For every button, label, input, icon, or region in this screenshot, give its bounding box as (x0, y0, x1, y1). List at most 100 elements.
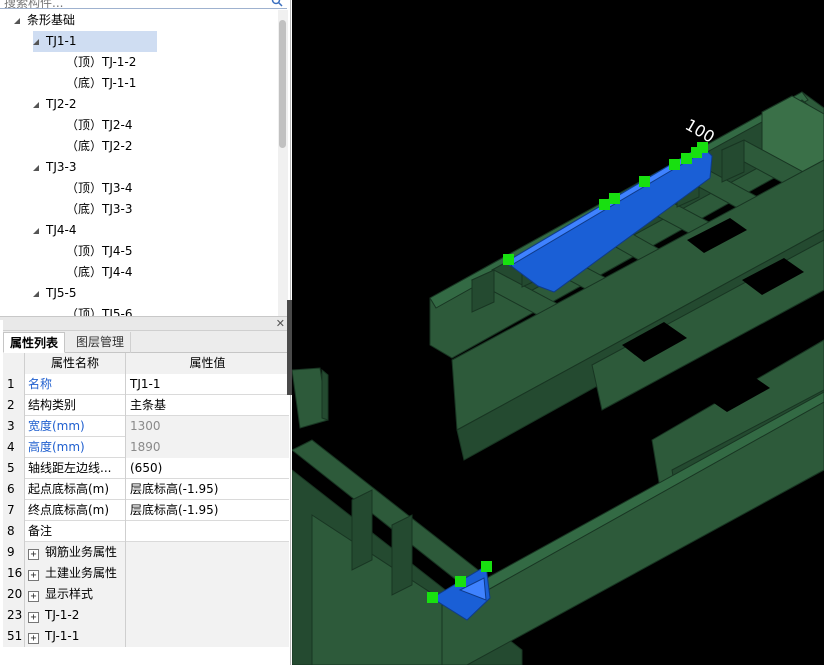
tree-item[interactable]: （顶）TJ3-4 (66, 178, 226, 199)
collapse-arrow-icon[interactable] (14, 18, 20, 24)
property-name: 高度(mm) (25, 437, 126, 458)
property-value[interactable]: (650) (126, 458, 289, 479)
property-name: + 钢筋业务属性 (25, 542, 126, 563)
grip-point-handle (681, 153, 692, 164)
property-panel: ✕ 属性列表 图层管理 属性名称 属性值 1 名称 TJ1-1 2 结构类别 主条基 3 宽度… (3, 317, 289, 665)
property-group-row[interactable]: 20 + 显示样式 (3, 584, 289, 605)
tree-item-group[interactable]: TJ2-2 (33, 94, 183, 115)
property-name: 名称 (25, 374, 126, 395)
tree-item-label: （顶）TJ4-5 (66, 244, 133, 258)
tree-item-label: TJ4-4 (46, 223, 77, 237)
property-group-label: 显示样式 (45, 587, 94, 601)
tree-item[interactable]: （顶）TJ-1-2 (66, 52, 226, 73)
expand-plus-icon[interactable]: + (28, 570, 39, 581)
property-value[interactable]: 层底标高(-1.95) (126, 479, 289, 500)
row-number: 16 (3, 563, 25, 584)
tab-properties[interactable]: 属性列表 (3, 332, 66, 353)
property-name: 轴线距左边线... (25, 458, 126, 479)
property-value: 1300 (126, 416, 289, 437)
tree-item[interactable]: （底）TJ2-2 (66, 136, 226, 157)
close-icon[interactable]: ✕ (276, 317, 285, 330)
tree-item-group[interactable]: TJ3-3 (33, 157, 183, 178)
tree-item-label: （底）TJ3-3 (66, 202, 133, 216)
tree-item[interactable]: （底）TJ-1-1 (66, 73, 226, 94)
property-group-row[interactable]: 9 + 钢筋业务属性 (3, 542, 289, 563)
tree-item-label: TJ1-1 (46, 34, 77, 48)
property-group-row[interactable]: 23 + TJ-1-2 (3, 605, 289, 626)
tree-item-group[interactable]: TJ4-4 (33, 220, 183, 241)
tree-scrollbar[interactable] (278, 10, 288, 316)
foundation-beam-face (351, 489, 373, 571)
grip-point-handle (639, 176, 650, 187)
collapse-arrow-icon[interactable] (33, 102, 39, 108)
expand-plus-icon[interactable]: + (28, 591, 39, 602)
row-number: 51 (3, 626, 25, 647)
expand-plus-icon[interactable]: + (28, 612, 39, 623)
grip-point-handle (455, 576, 466, 587)
foundation-model[interactable]: 100 (292, 0, 824, 665)
collapse-arrow-icon[interactable] (33, 39, 39, 45)
search-input[interactable]: 搜索构件... (4, 0, 63, 8)
property-name: 起点底标高(m) (25, 479, 126, 500)
property-group-row[interactable]: 16 + 土建业务属性 (3, 563, 289, 584)
property-value[interactable] (126, 521, 289, 542)
tree-item-label: （顶）TJ-1-2 (66, 55, 137, 69)
tree-item-label: （顶）TJ3-4 (66, 181, 133, 195)
property-value (126, 626, 289, 647)
tab-layers[interactable]: 图层管理 (70, 332, 132, 353)
tree-item-label: （顶）TJ2-4 (66, 118, 133, 132)
row-number: 9 (3, 542, 25, 563)
row-number: 6 (3, 479, 25, 500)
property-row[interactable]: 2 结构类别 主条基 (3, 395, 289, 416)
tree-item[interactable]: （底）TJ3-3 (66, 199, 226, 220)
property-value: 1890 (126, 437, 289, 458)
tree-item-group[interactable]: TJ5-5 (33, 283, 183, 304)
grip-point-handle (481, 561, 492, 572)
tree-root[interactable]: 条形基础 (14, 10, 214, 31)
property-name: + 显示样式 (25, 584, 126, 605)
panel-tabs: 属性列表 图层管理 (3, 331, 289, 353)
tree-item-group[interactable]: TJ1-1 (33, 31, 157, 52)
tree-root-label: 条形基础 (27, 13, 76, 27)
tree-item[interactable]: （顶）TJ5-6 (66, 304, 226, 316)
property-value[interactable]: 层底标高(-1.95) (126, 500, 289, 521)
expand-plus-icon[interactable]: + (28, 633, 39, 644)
collapse-arrow-icon[interactable] (33, 228, 39, 234)
grip-point-handle (599, 199, 610, 210)
property-name: + TJ-1-2 (25, 605, 126, 626)
property-row[interactable]: 6 起点底标高(m) 层底标高(-1.95) (3, 479, 289, 500)
tree-item-label: （顶）TJ5-6 (66, 307, 133, 316)
slab-opening (772, 314, 824, 345)
property-value[interactable]: TJ1-1 (126, 374, 289, 395)
3d-viewport[interactable]: 100 (292, 0, 824, 665)
property-row[interactable]: 1 名称 TJ1-1 (3, 374, 289, 395)
property-row[interactable]: 3 宽度(mm) 1300 (3, 416, 289, 437)
tree-item-label: TJ2-2 (46, 97, 77, 111)
expand-plus-icon[interactable]: + (28, 549, 39, 560)
tree-item-label: （底）TJ2-2 (66, 139, 133, 153)
collapse-arrow-icon[interactable] (33, 165, 39, 171)
property-row[interactable]: 5 轴线距左边线... (650) (3, 458, 289, 479)
property-row[interactable]: 7 终点底标高(m) 层底标高(-1.95) (3, 500, 289, 521)
tree-item[interactable]: （底）TJ4-4 (66, 262, 226, 283)
row-number: 23 (3, 605, 25, 626)
property-value (126, 605, 289, 626)
tree-scrollbar-thumb[interactable] (279, 20, 286, 148)
grip-point-handle (427, 592, 438, 603)
grip-point-handle (503, 254, 514, 265)
tree-item[interactable]: （顶）TJ2-4 (66, 115, 226, 136)
search-icon[interactable] (271, 0, 283, 7)
property-group-row[interactable]: 51 + TJ-1-1 (3, 626, 289, 647)
collapse-arrow-icon[interactable] (33, 291, 39, 297)
grip-point-handle (609, 193, 620, 204)
search-box[interactable]: 搜索构件... (0, 0, 287, 9)
tree-item[interactable]: （顶）TJ4-5 (66, 241, 226, 262)
tree-item-label: TJ3-3 (46, 160, 77, 174)
property-value[interactable]: 主条基 (126, 395, 289, 416)
property-value (126, 542, 289, 563)
property-group-label: TJ-1-1 (45, 629, 80, 643)
property-name: 宽度(mm) (25, 416, 126, 437)
property-row[interactable]: 8 备注 (3, 521, 289, 542)
property-row[interactable]: 4 高度(mm) 1890 (3, 437, 289, 458)
row-number: 4 (3, 437, 25, 458)
